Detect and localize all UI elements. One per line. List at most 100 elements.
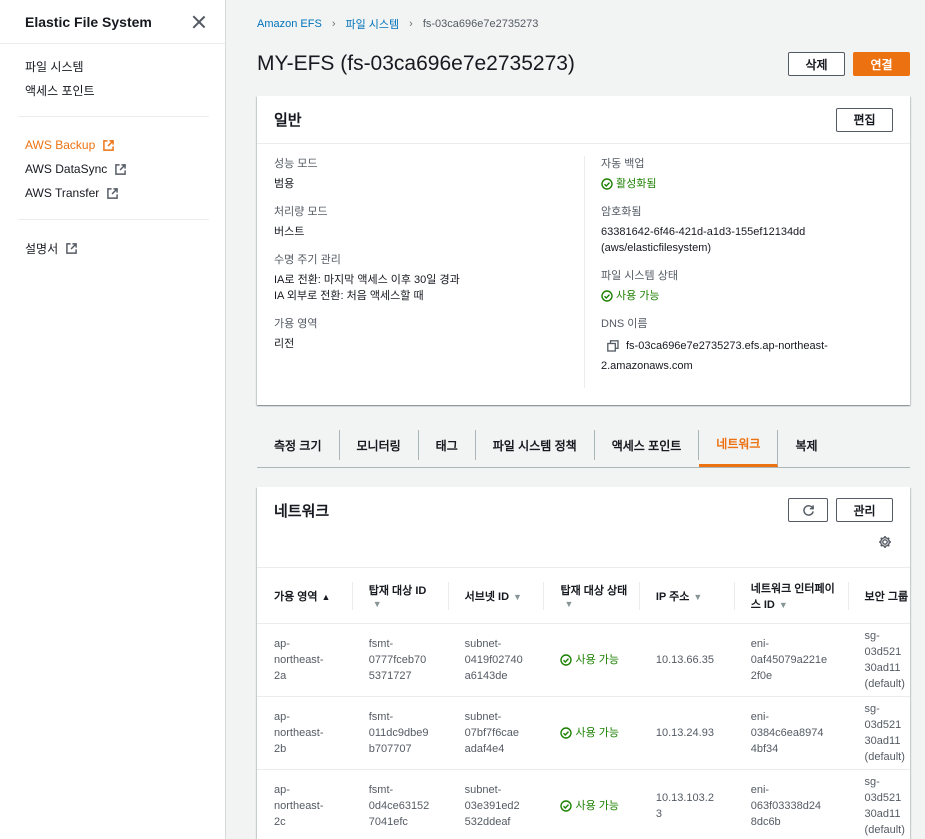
- sort-icon: ▼: [778, 599, 788, 610]
- cell-line: 0af45079a221e: [750, 654, 828, 666]
- external-link-icon: [66, 242, 77, 254]
- field-value: 버스트: [274, 226, 305, 238]
- cell-line: fsmt-: [368, 638, 394, 650]
- column-label: 네트워크 인터페이스 ID: [750, 582, 835, 611]
- cell-line: 03e391ed2: [464, 800, 520, 812]
- table-row[interactable]: ap-northeast- 2a fsmt- 0777fceb70 5371727 sub…: [257, 623, 910, 697]
- copy-icon[interactable]: [607, 340, 619, 352]
- sidebar-item-aws-transfer[interactable]: AWS Transfer: [25, 181, 225, 205]
- external-link-icon: [115, 163, 127, 175]
- cell-line: subnet-: [464, 711, 502, 723]
- breadcrumb-file-systems[interactable]: 파일 시스템: [345, 16, 399, 32]
- check-circle-icon: [560, 654, 573, 666]
- cell-line: ap-: [274, 784, 290, 796]
- check-circle-icon: [601, 178, 613, 190]
- table-row[interactable]: ap-northeast- 2c fsmt- 0d4ce63152 7041efc sub…: [257, 769, 910, 839]
- mount-target-id-cell: fsmt- 0d4ce63152 7041efc: [351, 769, 448, 839]
- sidebar-item-docs[interactable]: 설명서: [25, 236, 225, 260]
- field-value: fs-03ca696e7e2735273.efs.ap-northeast-: [626, 340, 828, 352]
- tab-metered-size[interactable]: 측정 크기: [257, 430, 340, 460]
- eni-cell: eni- 0af45079a221e 2f0e: [733, 623, 848, 697]
- cell-line: adaf4e4: [464, 743, 505, 755]
- sidebar-item-access-points[interactable]: 액세스 포인트: [25, 78, 225, 102]
- cell-line: 2f0e: [750, 670, 773, 682]
- eni-cell: eni- 063f03338d24 8dc6b: [733, 769, 848, 839]
- cell-line: 10.13.66.35: [655, 654, 714, 666]
- field-value: 범용: [274, 178, 295, 190]
- cell-line: northeast-: [274, 654, 324, 666]
- sidebar-item-label: 파일 시스템: [25, 59, 84, 74]
- column-header-security-groups[interactable]: 보안 그룹: [847, 567, 910, 624]
- sort-icon: ▼: [372, 598, 382, 609]
- column-header-subnet-id[interactable]: 서브넷 ID ▼: [447, 567, 544, 624]
- sidebar-item-aws-datasync[interactable]: AWS DataSync: [25, 157, 225, 181]
- connect-button[interactable]: 연결: [853, 52, 910, 76]
- field-label: 자동 백업: [601, 158, 645, 170]
- manage-button[interactable]: 관리: [836, 498, 893, 522]
- external-link-icon: [103, 139, 115, 151]
- cell-line: 2a: [274, 670, 287, 682]
- cell-line: eni-: [750, 638, 770, 650]
- sidebar: Elastic File System 파일 시스템 액세스 포인트 AWS B…: [0, 0, 226, 839]
- gear-icon[interactable]: [878, 535, 892, 549]
- ip-address-cell: 10.13.66.35: [638, 623, 734, 697]
- security-group-cell: sg- 03d521 30ad11 (default): [847, 623, 910, 697]
- field-label: DNS 이름: [601, 318, 648, 330]
- breadcrumb-amazon-efs[interactable]: Amazon EFS: [257, 18, 322, 30]
- cell-line: 30ad11: [864, 662, 901, 674]
- cell-line: 011dc9dbe9: [368, 727, 429, 739]
- sidebar-item-aws-backup[interactable]: AWS Backup: [25, 133, 225, 157]
- cell-line: 7041efc: [368, 816, 408, 828]
- column-label: 가용 영역: [274, 590, 318, 603]
- check-circle-icon: [560, 800, 573, 812]
- column-header-mount-target-id[interactable]: 탑재 대상 ID▼: [351, 567, 448, 624]
- edit-button[interactable]: 편집: [836, 107, 893, 132]
- cell-line: (default): [864, 824, 905, 836]
- tab-monitoring[interactable]: 모니터링: [340, 430, 419, 460]
- cell-line: 30ad11: [864, 808, 901, 820]
- tab-file-system-policy[interactable]: 파일 시스템 정책: [476, 430, 595, 460]
- check-circle-icon: [601, 290, 613, 302]
- cell-line: 3: [655, 808, 662, 820]
- cell-line: eni-: [750, 711, 770, 723]
- cell-line: 0419f02740: [464, 654, 523, 666]
- availability-zone: 가용 영역 리전: [274, 316, 574, 352]
- tab-tags[interactable]: 태그: [419, 430, 476, 460]
- delete-button[interactable]: 삭제: [788, 52, 845, 76]
- general-panel-title: 일반: [274, 112, 302, 129]
- sidebar-divider: [18, 219, 209, 220]
- main-content: Amazon EFS › 파일 시스템 › fs-03ca696e7e27352…: [226, 0, 925, 839]
- network-table: 가용 영역 ▲ 탑재 대상 ID▼ 서브넷 ID ▼ 탑재 대상 상태▼ IP 주소…: [257, 567, 910, 839]
- tab-access-points[interactable]: 액세스 포인트: [595, 430, 700, 460]
- cell-line: 5371727: [368, 670, 412, 682]
- security-group-cell: sg- 03d521 30ad11 (default): [847, 696, 910, 770]
- sidebar-item-label: 액세스 포인트: [25, 83, 95, 98]
- sidebar-item-file-systems[interactable]: 파일 시스템: [25, 54, 225, 78]
- check-circle-icon: [560, 727, 573, 739]
- column-header-state[interactable]: 탑재 대상 상태▼: [543, 567, 639, 624]
- cell-line: 532ddeaf: [464, 816, 511, 828]
- status-text: 사용 가능: [616, 290, 660, 302]
- cell-line: 03d521: [864, 719, 902, 731]
- cell-line: 07bf7f6cae: [464, 727, 520, 739]
- cell-line: 2b: [274, 743, 287, 755]
- cell-line: northeast-: [274, 800, 324, 812]
- tab-replication[interactable]: 복제: [778, 430, 834, 460]
- column-header-az[interactable]: 가용 영역 ▲: [257, 567, 352, 624]
- column-label: 탑재 대상 ID: [368, 584, 427, 597]
- sort-asc-icon: ▲: [321, 591, 331, 602]
- cell-line: northeast-: [274, 727, 324, 739]
- field-label: 가용 영역: [274, 318, 318, 330]
- mount-target-id-cell: fsmt- 011dc9dbe9 b707707: [351, 696, 448, 770]
- az-cell: ap-northeast- 2c: [257, 769, 352, 839]
- network-panel-title: 네트워크: [274, 502, 330, 520]
- field-label: 암호화됨: [601, 206, 642, 218]
- table-row[interactable]: ap-northeast- 2b fsmt- 011dc9dbe9 b707707 sub…: [257, 696, 910, 770]
- status-text: 사용 가능: [575, 800, 619, 812]
- cell-line: 0384c6ea8974: [750, 727, 824, 739]
- column-header-network-interface-id[interactable]: 네트워크 인터페이스 ID ▼: [733, 567, 848, 624]
- tab-network[interactable]: 네트워크: [699, 430, 779, 467]
- close-icon[interactable]: [191, 14, 207, 30]
- refresh-button[interactable]: [788, 498, 828, 522]
- column-header-ip-address[interactable]: IP 주소 ▼: [638, 567, 734, 624]
